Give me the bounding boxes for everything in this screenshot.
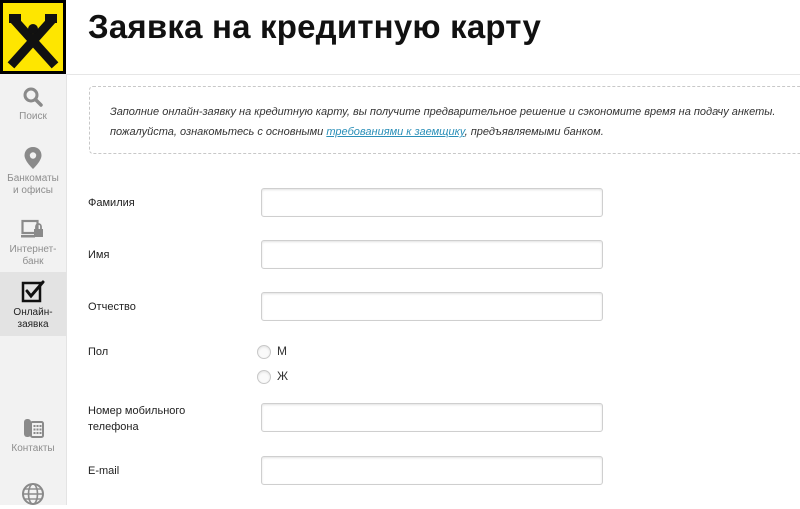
intro-line-2: пожалуйста, ознакомьтесь с основными тре… xyxy=(110,122,788,142)
sidebar-item-search[interactable]: Поиск xyxy=(0,86,66,123)
sidebar-item-label: Онлайн-заявка xyxy=(13,307,53,330)
search-icon xyxy=(23,87,43,107)
name-input[interactable] xyxy=(261,240,603,269)
radio-label: Ж xyxy=(277,369,289,383)
internet-bank-icon xyxy=(21,219,43,238)
patronymic-label: Отчество xyxy=(88,301,136,313)
surname-input[interactable] xyxy=(261,188,603,217)
patronymic-input[interactable] xyxy=(261,292,603,321)
mobile-phone-input[interactable] xyxy=(261,403,603,432)
map-pin-icon xyxy=(24,147,42,169)
sidebar-item-online-application[interactable]: Онлайн-заявка xyxy=(0,272,66,336)
page-header: Заявка на кредитную карту xyxy=(66,0,800,75)
name-label: Имя xyxy=(88,249,110,261)
phone-icon xyxy=(24,419,44,438)
globe-icon xyxy=(22,483,44,505)
sidebar-item-internet-bank[interactable]: Интернет-банк xyxy=(0,219,66,268)
phone-label: Номер мобильного телефона xyxy=(88,405,186,433)
page-title: Заявка на кредитную карту xyxy=(88,8,542,45)
email-label: E-mail xyxy=(88,465,120,477)
radio-circle[interactable] xyxy=(257,370,271,384)
sidebar-item-contacts[interactable]: Контакты xyxy=(0,416,66,455)
sidebar-item-atms-offices[interactable]: Банкоматы и офисы xyxy=(0,146,66,197)
intro-text: пожалуйста, ознакомьтесь с основными xyxy=(110,126,327,138)
sidebar: Поиск Банкоматы и офисы Интернет-банк Он… xyxy=(0,74,67,505)
intro-line-1: Заполние онлайн-заявку на кредитную карт… xyxy=(110,106,776,118)
raiffeisen-logo[interactable] xyxy=(0,0,66,74)
sidebar-item-label: Интернет-банк xyxy=(9,244,57,267)
sidebar-item-label: Банкоматы и офисы xyxy=(7,173,59,196)
sidebar-item-label: Поиск xyxy=(19,111,47,122)
surname-label: Фамилия xyxy=(88,197,135,209)
email-input[interactable] xyxy=(261,456,603,485)
gender-label: Пол xyxy=(88,346,109,358)
intro-text: , предъявляемыми банком. xyxy=(464,126,604,138)
sidebar-item-label: Контакты xyxy=(11,443,55,454)
checkbox-icon xyxy=(21,280,45,303)
borrower-requirements-link[interactable]: требованиями к заемщику xyxy=(326,126,464,138)
logo-crossed-gables-icon xyxy=(7,14,59,69)
radio-label: М xyxy=(277,344,287,358)
intro-notice: Заполние онлайн-заявку на кредитную карт… xyxy=(89,86,800,154)
radio-circle[interactable] xyxy=(257,345,271,359)
